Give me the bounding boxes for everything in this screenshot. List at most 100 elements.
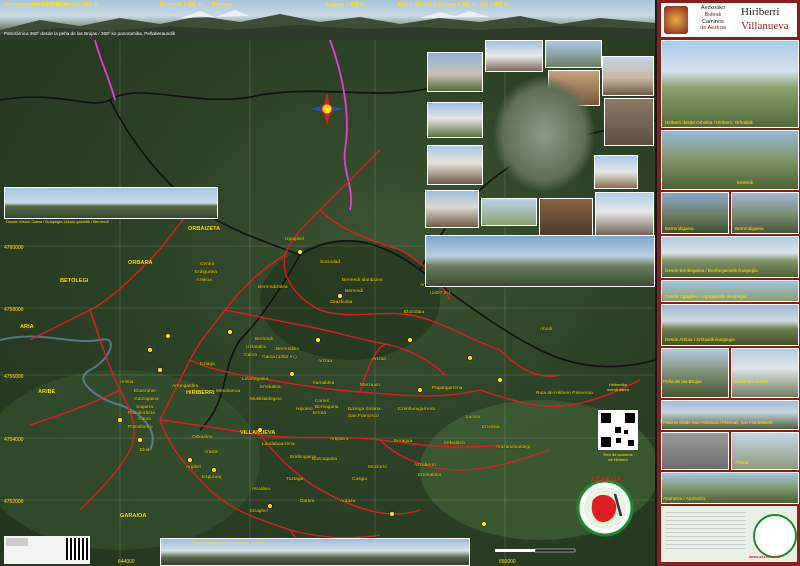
place-label: Ebarzonte xyxy=(134,388,156,394)
right-caption-5: Desde Bonbegaina / Bonbegainetik ikuspeg… xyxy=(665,268,758,273)
place-label: Gaina xyxy=(138,416,151,422)
place-label: Berrendi xyxy=(345,288,363,294)
place-label: Berrendi Idunbidea xyxy=(342,277,383,283)
place-label: San Francisco xyxy=(348,413,379,419)
inset-caption-urkulo: Desde Urkulo Gaina / Ikuspegia Urkulo ga… xyxy=(6,219,109,224)
grid-coordinate-label: 4752000 xyxy=(4,499,24,505)
place-label: Aristia xyxy=(120,379,134,385)
photo-house-2 xyxy=(485,40,543,72)
place-label: Ekia xyxy=(140,447,150,453)
coat-of-arms-icon xyxy=(664,6,688,34)
right-caption-6: Desde Ugagibel / Ugagibeldik ikuspegia xyxy=(665,294,747,299)
qr-caption-top: Hiriberriko mendi sarea xyxy=(606,382,629,392)
right-photo-village xyxy=(661,40,799,128)
right-caption-10: Pirineos desde San Francisco / Pirinioak… xyxy=(663,420,773,425)
pink-border-path-east xyxy=(329,40,352,211)
photo-interior-2 xyxy=(539,198,593,236)
place-label: Elorzdaia xyxy=(404,309,424,315)
place-label: Pagangarrena xyxy=(432,385,463,391)
inset-caption-pirineos: Pirineos desde Abodi / Pirinioak, Abodi … xyxy=(192,540,266,545)
right-caption-9: Desde Beraberro xyxy=(733,379,768,384)
place-label: Gaina (1352 m.) xyxy=(262,354,297,360)
waypoint-marker-icon xyxy=(407,337,413,343)
pink-border-path-west xyxy=(94,40,116,101)
right-caption-12: Atumeiza / Atumeiza xyxy=(663,496,705,501)
place-label: Muskilaldegina xyxy=(250,396,282,402)
right-photo-artzaa-a xyxy=(661,432,729,470)
panorama-peak-label: Mendilaut 1.252 m xyxy=(53,2,98,8)
org-name: Aezkoako Bideak Caminos de Aezkoa xyxy=(700,5,726,32)
grid-coordinate-label: 644000 xyxy=(118,559,135,565)
place-label: Itzuighel xyxy=(250,508,268,514)
panorama-peak-label: Berrendi 1.288 m xyxy=(160,2,202,8)
credits-qr-icon xyxy=(66,538,88,560)
photo-house-3 xyxy=(602,56,654,96)
panorama-caption: Panorámica 360º desde la peña de las Bru… xyxy=(4,31,176,36)
place-label: Amparro xyxy=(330,436,349,442)
place-label: Ardaza xyxy=(340,498,356,504)
website-badge-icon[interactable] xyxy=(753,514,797,558)
qr-code-icon xyxy=(598,410,638,450)
waypoint-marker-icon xyxy=(157,367,163,373)
place-label: Erreskia xyxy=(482,424,500,430)
photo-house-6 xyxy=(594,155,638,189)
place-label: Ruta de Hiriberri Paseeroa xyxy=(536,390,593,396)
waypoint-marker-icon xyxy=(187,457,193,463)
place-label: Tuztaga xyxy=(286,476,303,482)
compass-rose-icon xyxy=(310,92,344,126)
waypoint-marker-icon xyxy=(289,371,295,377)
place-label: Berriagaria xyxy=(315,404,339,410)
panorama-peak-label: La Corona 1.380 m xyxy=(430,2,477,8)
place-label: Berrendizolea xyxy=(258,284,288,290)
footer-text-block xyxy=(665,512,745,552)
trail-map[interactable]: 4760000 4758000 4756000 4754000 4752000 64400… xyxy=(0,40,655,566)
photo-house-5 xyxy=(427,145,483,185)
place-label: Abodi xyxy=(540,326,552,332)
waypoint-marker-icon xyxy=(147,347,153,353)
grid-coordinate-label: 650000 xyxy=(499,559,516,565)
place-label: Gatzagaina xyxy=(134,396,159,402)
place-label: Azskoa xyxy=(196,277,212,283)
place-label: Antzandioaldegi xyxy=(496,444,530,450)
waypoint-marker-icon xyxy=(267,503,273,509)
inset-photo-urkulo-view xyxy=(4,187,218,219)
place-label: BETOLEGI xyxy=(60,278,89,284)
header-box: Aezkoako Bideak Caminos de Aezkoa Hiribe… xyxy=(661,3,797,37)
place-label: Lurrea xyxy=(466,414,480,420)
place-label: ORBARA xyxy=(128,260,153,266)
place-label: Dartea xyxy=(300,498,315,504)
place-label: Berrendiko xyxy=(276,346,300,352)
place-label: ARIBE xyxy=(38,389,56,395)
waypoint-marker-icon xyxy=(315,337,321,343)
place-label: Mendiarrua xyxy=(216,388,241,394)
right-caption-8: Peña de las Brujas xyxy=(663,379,702,384)
place-label: Gaina xyxy=(244,352,257,358)
waypoint-marker-icon xyxy=(227,329,233,335)
photo-house-4 xyxy=(427,102,483,138)
place-label: Iturrialdea xyxy=(313,380,335,386)
place-label: Erdigunea xyxy=(195,269,217,275)
place-label: Centro xyxy=(200,261,215,267)
credits-block xyxy=(4,536,90,564)
photo-house-7 xyxy=(425,190,479,228)
place-label: Marzuato xyxy=(360,382,380,388)
logo-text: AEZKOA xyxy=(591,477,623,483)
title-basque: Hiriberri xyxy=(741,6,780,18)
waypoint-marker-icon xyxy=(389,511,395,517)
grid-coordinate-label: 4758000 xyxy=(4,307,24,313)
right-caption-1: Hiriberri desde Orhokia / Hiriberri, Orh… xyxy=(665,120,753,125)
website-link[interactable]: www.aezkoa.net xyxy=(749,554,780,559)
place-label: Arrongaldea xyxy=(172,383,198,389)
qr-caption-bottom: Red de caminos de Hiriberri xyxy=(603,452,633,462)
aezkoa-logo-icon xyxy=(576,479,634,537)
waypoint-marker-icon xyxy=(497,377,503,383)
place-label: Beragua xyxy=(394,438,412,444)
place-label: Azzaberro xyxy=(414,462,436,468)
place-label: ORBAIZETA xyxy=(188,226,220,232)
right-photo-berterdi xyxy=(661,130,799,190)
place-label: Pottiolberro xyxy=(128,424,153,430)
photo-village-view xyxy=(481,198,537,226)
waypoint-marker-icon xyxy=(417,387,423,393)
place-label: Bazcogaina xyxy=(312,456,337,462)
waypoint-marker-icon xyxy=(257,427,263,433)
